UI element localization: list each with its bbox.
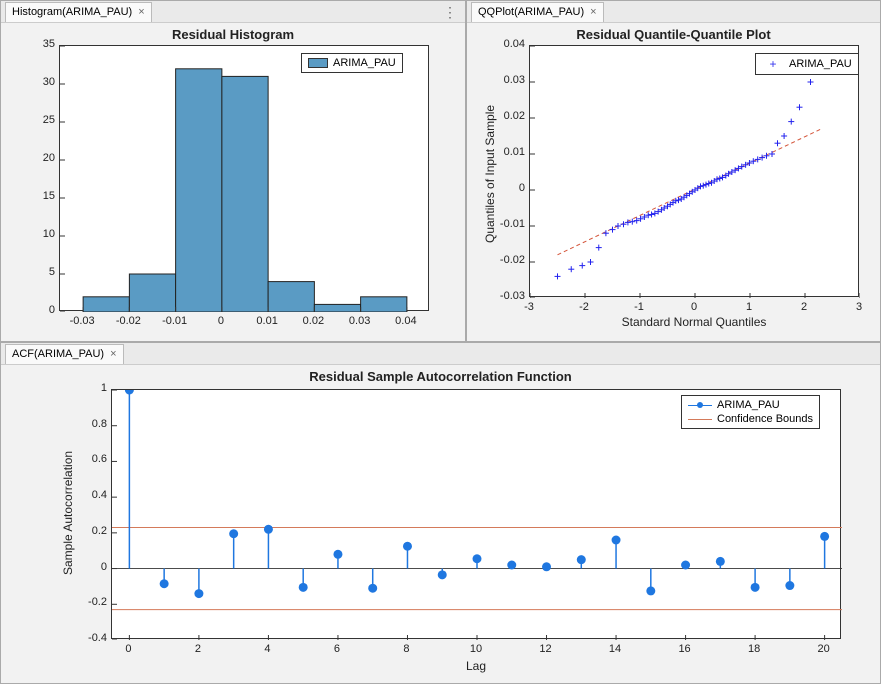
x-tick-label: 14 — [609, 643, 621, 655]
axes-histogram — [59, 45, 429, 311]
chart-title: Residual Sample Autocorrelation Function — [1, 369, 880, 384]
histogram-plot[interactable]: Residual Histogram ARIMA_PAU 0 5 10 15 20 25 3… — [1, 23, 465, 341]
legend-acf[interactable]: ARIMA_PAU Confidence Bounds — [681, 395, 820, 429]
kebab-menu-icon[interactable]: ⋮ — [443, 5, 457, 19]
y-tick-label: -0.4 — [71, 632, 107, 644]
y-tick-label: 1 — [71, 382, 107, 394]
legend-swatch-icon — [308, 58, 328, 68]
panel-histogram: Histogram(ARIMA_PAU) × ⋮ Residual Histog… — [0, 0, 466, 342]
axes-qqplot — [529, 45, 859, 297]
y-tick-label: 0 — [71, 561, 107, 573]
x-tick-label: -3 — [524, 301, 534, 313]
x-tick-label: 2 — [801, 301, 807, 313]
legend-label: ARIMA_PAU — [717, 399, 780, 411]
y-tick-label: 0.03 — [485, 74, 525, 86]
close-icon[interactable]: × — [590, 7, 596, 18]
y-tick-label: -0.03 — [485, 290, 525, 302]
chart-title: Residual Histogram — [1, 27, 465, 42]
y-tick-label: 5 — [17, 266, 55, 278]
tabbar-qqplot: QQPlot(ARIMA_PAU) × — [467, 1, 880, 23]
y-tick-label: 20 — [17, 152, 55, 164]
x-tick-label: 20 — [817, 643, 829, 655]
panel-acf: ACF(ARIMA_PAU) × Residual Sample Autocor… — [0, 342, 881, 684]
acf-plot[interactable]: Residual Sample Autocorrelation Function… — [1, 365, 880, 683]
y-axis-label: Sample Autocorrelation — [61, 451, 75, 575]
x-tick-label: 18 — [748, 643, 760, 655]
legend-histogram[interactable]: ARIMA_PAU — [301, 53, 403, 73]
x-axis-label: Standard Normal Quantiles — [622, 315, 767, 329]
qqplot-plot[interactable]: Residual Quantile-Quantile Plot Quantile… — [467, 23, 880, 341]
x-tick-label: -0.01 — [162, 315, 187, 327]
tab-qqplot[interactable]: QQPlot(ARIMA_PAU) × — [471, 2, 604, 22]
legend-marker-icon — [688, 400, 712, 410]
x-tick-label: 0 — [125, 643, 131, 655]
y-tick-label: 35 — [17, 38, 55, 50]
y-tick-label: 0 — [485, 182, 525, 194]
x-tick-label: 2 — [195, 643, 201, 655]
x-tick-label: 0.01 — [256, 315, 277, 327]
y-tick-label: 0.2 — [71, 525, 107, 537]
y-tick-label: 0.8 — [71, 418, 107, 430]
y-tick-label: 10 — [17, 228, 55, 240]
close-icon[interactable]: × — [110, 349, 116, 360]
y-tick-label: 0 — [17, 304, 55, 316]
y-tick-label: -0.01 — [485, 218, 525, 230]
x-tick-label: 0 — [218, 315, 224, 327]
x-tick-label: 0.03 — [349, 315, 370, 327]
x-tick-label: 0.02 — [303, 315, 324, 327]
x-tick-label: 3 — [856, 301, 862, 313]
x-tick-label: 12 — [539, 643, 551, 655]
x-tick-label: -2 — [579, 301, 589, 313]
tabbar-acf: ACF(ARIMA_PAU) × — [1, 343, 880, 365]
legend-qqplot[interactable]: + ARIMA_PAU — [755, 53, 859, 75]
x-tick-label: 10 — [470, 643, 482, 655]
legend-label: ARIMA_PAU — [333, 57, 396, 69]
x-tick-label: 0 — [691, 301, 697, 313]
y-tick-label: 0.02 — [485, 110, 525, 122]
x-tick-label: 1 — [746, 301, 752, 313]
x-axis-label: Lag — [466, 659, 486, 673]
y-tick-label: 25 — [17, 114, 55, 126]
x-tick-label: 0.04 — [395, 315, 416, 327]
y-tick-label: 30 — [17, 76, 55, 88]
y-tick-label: 0.01 — [485, 146, 525, 158]
legend-marker-icon: + — [762, 57, 784, 71]
x-tick-label: 6 — [334, 643, 340, 655]
y-tick-label: 0.6 — [71, 453, 107, 465]
tab-acf[interactable]: ACF(ARIMA_PAU) × — [5, 344, 124, 364]
y-tick-label: 0.4 — [71, 489, 107, 501]
panel-qqplot: QQPlot(ARIMA_PAU) × Residual Quantile-Qu… — [466, 0, 881, 342]
legend-label: ARIMA_PAU — [789, 58, 852, 70]
tab-label: ACF(ARIMA_PAU) — [12, 348, 104, 360]
x-tick-label: -0.02 — [116, 315, 141, 327]
chart-title: Residual Quantile-Quantile Plot — [467, 27, 880, 42]
y-tick-label: 15 — [17, 190, 55, 202]
x-tick-label: 4 — [264, 643, 270, 655]
x-tick-label: -0.03 — [70, 315, 95, 327]
tabbar-histogram: Histogram(ARIMA_PAU) × ⋮ — [1, 1, 465, 23]
tab-histogram[interactable]: Histogram(ARIMA_PAU) × — [5, 2, 152, 22]
tab-label: Histogram(ARIMA_PAU) — [12, 6, 132, 18]
y-tick-label: 0.04 — [485, 38, 525, 50]
y-tick-label: -0.2 — [71, 596, 107, 608]
x-tick-label: 16 — [678, 643, 690, 655]
y-tick-label: -0.02 — [485, 254, 525, 266]
close-icon[interactable]: × — [138, 7, 144, 18]
x-tick-label: 8 — [403, 643, 409, 655]
tab-label: QQPlot(ARIMA_PAU) — [478, 6, 584, 18]
legend-label: Confidence Bounds — [717, 413, 813, 425]
x-tick-label: -1 — [634, 301, 644, 313]
